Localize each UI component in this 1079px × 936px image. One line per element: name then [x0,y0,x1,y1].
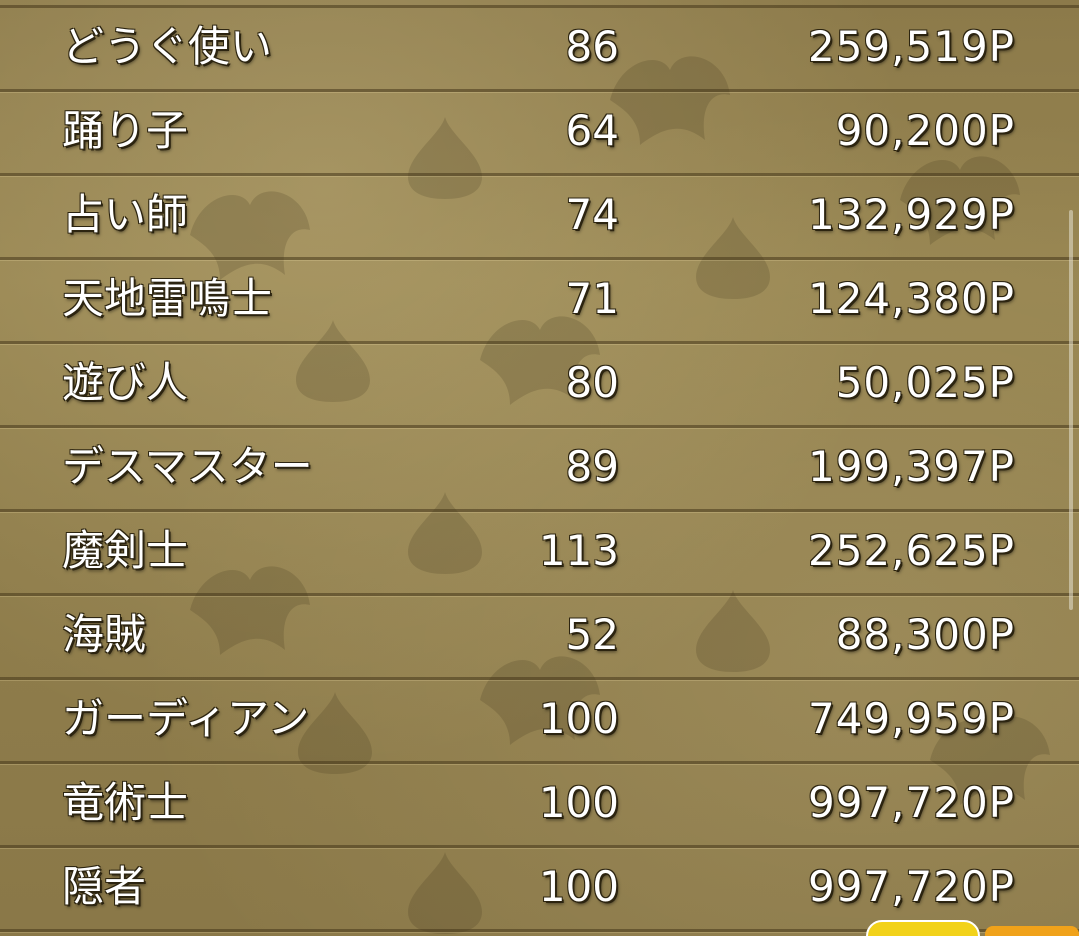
job-name: デスマスター [62,442,313,491]
job-points: 259,519P [807,22,1015,71]
job-level: 52 [565,610,619,659]
job-row: ガーディアン 100 749,959P [0,680,1079,764]
notification-badge[interactable] [866,920,980,936]
job-level: 80 [565,358,619,407]
job-list-panel: どうぐ使い 86 259,519P 踊り子 64 90,200P 占い師 74 … [0,0,1079,936]
job-row: 占い師 74 132,929P [0,176,1079,260]
job-points: 997,720P [807,778,1015,827]
job-level: 74 [565,190,619,239]
job-row: 遊び人 80 50,025P [0,344,1079,428]
job-points: 997,720P [807,862,1015,911]
job-points: 88,300P [835,610,1015,659]
job-row: 竜術士 100 997,720P [0,764,1079,848]
job-row: 海賊 52 88,300P [0,596,1079,680]
job-points: 124,380P [807,274,1015,323]
job-name: 占い師 [62,190,189,239]
scrollbar[interactable] [1069,210,1073,610]
job-name: 魔剣士 [62,526,189,575]
job-level: 86 [565,22,619,71]
job-points: 90,200P [835,106,1015,155]
job-name: 天地雷鳴士 [62,274,273,323]
job-level: 113 [538,526,619,575]
job-points: 199,397P [807,442,1015,491]
job-row: 魔剣士 113 252,625P [0,512,1079,596]
job-row: どうぐ使い 86 259,519P [0,0,1079,92]
job-row: 天地雷鳴士 71 124,380P [0,260,1079,344]
job-level: 89 [565,442,619,491]
job-row: デスマスター 89 199,397P [0,428,1079,512]
job-name: 海賊 [62,610,147,659]
job-name: ガーディアン [62,694,310,743]
job-points: 50,025P [835,358,1015,407]
job-points: 132,929P [807,190,1015,239]
job-level: 100 [538,778,619,827]
job-points: 749,959P [807,694,1015,743]
job-name: 遊び人 [62,358,189,407]
menu-button-edge[interactable] [985,926,1079,936]
job-row: 踊り子 64 90,200P [0,92,1079,176]
job-rows: どうぐ使い 86 259,519P 踊り子 64 90,200P 占い師 74 … [0,0,1079,932]
job-name: 竜術士 [62,778,189,827]
job-level: 64 [565,106,619,155]
job-level: 100 [538,694,619,743]
job-points: 252,625P [807,526,1015,575]
job-name: 隠者 [62,862,147,911]
job-level: 100 [538,862,619,911]
job-name: どうぐ使い [62,22,273,71]
job-name: 踊り子 [62,106,189,155]
job-level: 71 [565,274,619,323]
